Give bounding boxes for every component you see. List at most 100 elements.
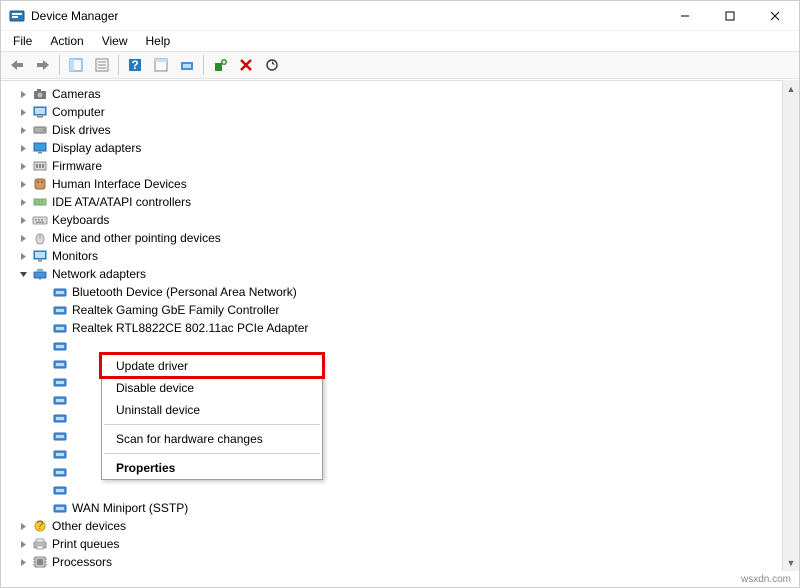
window-title: Device Manager: [31, 9, 662, 23]
netcard-icon: [52, 374, 68, 390]
printer-icon: [32, 536, 48, 552]
title-bar: Device Manager: [1, 1, 799, 31]
action-button[interactable]: [149, 53, 173, 77]
tree-node-label: Network adapters: [52, 265, 146, 283]
tree-node-label: Monitors: [52, 247, 98, 265]
tree-node[interactable]: Realtek Gaming GbE Family Controller: [9, 301, 799, 319]
tree-node-label: IDE ATA/ATAPI controllers: [52, 193, 191, 211]
monitor-icon: [32, 248, 48, 264]
tree-node[interactable]: Human Interface Devices: [9, 175, 799, 193]
tree-node-label: Realtek Gaming GbE Family Controller: [72, 301, 279, 319]
tree-node[interactable]: Disk drives: [9, 121, 799, 139]
expand-icon[interactable]: [17, 214, 29, 226]
expand-icon[interactable]: [17, 124, 29, 136]
netcard-icon: [52, 320, 68, 336]
context-menu-item[interactable]: Properties: [102, 457, 322, 479]
tree-node-label: Disk drives: [52, 121, 111, 139]
menu-file[interactable]: File: [5, 32, 40, 50]
scan-hardware-button[interactable]: [175, 53, 199, 77]
tree-node[interactable]: WAN Miniport (SSTP): [9, 499, 799, 517]
scroll-up-button[interactable]: ▲: [783, 80, 799, 97]
disk-icon: [32, 122, 48, 138]
svg-text:?: ?: [131, 58, 138, 72]
context-menu-separator: [104, 453, 320, 454]
expand-icon[interactable]: [17, 88, 29, 100]
tree-node-label: Print queues: [52, 535, 119, 553]
context-menu-item[interactable]: Scan for hardware changes: [102, 428, 322, 450]
expand-icon[interactable]: [17, 232, 29, 244]
show-hide-console-tree-button[interactable]: [64, 53, 88, 77]
device-tree-panel: CamerasComputerDisk drivesDisplay adapte…: [1, 80, 799, 571]
hid-icon: [32, 176, 48, 192]
netcard-icon: [52, 338, 68, 354]
keyboard-icon: [32, 212, 48, 228]
no-expander: [37, 430, 49, 442]
netcard-icon: [52, 500, 68, 516]
expand-icon[interactable]: [17, 250, 29, 262]
scroll-down-button[interactable]: ▼: [783, 554, 799, 571]
tree-node[interactable]: Processors: [9, 553, 799, 571]
menu-view[interactable]: View: [94, 32, 136, 50]
tree-node-label: Display adapters: [52, 139, 141, 157]
properties-button[interactable]: [90, 53, 114, 77]
tree-node[interactable]: Realtek RTL8822CE 802.11ac PCIe Adapter: [9, 319, 799, 337]
tree-node-label: Mice and other pointing devices: [52, 229, 221, 247]
netcard-icon: [52, 464, 68, 480]
tree-node[interactable]: Keyboards: [9, 211, 799, 229]
menu-bar: File Action View Help: [1, 31, 799, 51]
expand-icon[interactable]: [17, 556, 29, 568]
context-menu: Update driverDisable deviceUninstall dev…: [101, 354, 323, 480]
no-expander: [37, 394, 49, 406]
tree-node-label: Firmware: [52, 157, 102, 175]
tree-node-label: Bluetooth Device (Personal Area Network): [72, 283, 297, 301]
tree-node[interactable]: Print queues: [9, 535, 799, 553]
expand-icon[interactable]: [17, 106, 29, 118]
back-button[interactable]: [5, 53, 29, 77]
tree-node[interactable]: Bluetooth Device (Personal Area Network): [9, 283, 799, 301]
tree-node[interactable]: Network adapters: [9, 265, 799, 283]
maximize-button[interactable]: [707, 2, 752, 30]
tree-node[interactable]: Firmware: [9, 157, 799, 175]
netcard-icon: [52, 446, 68, 462]
close-button[interactable]: [752, 2, 797, 30]
expand-icon[interactable]: [17, 538, 29, 550]
expand-icon[interactable]: [17, 160, 29, 172]
collapse-icon[interactable]: [17, 268, 29, 280]
display-icon: [32, 140, 48, 156]
tree-node[interactable]: IDE ATA/ATAPI controllers: [9, 193, 799, 211]
forward-button[interactable]: [31, 53, 55, 77]
vertical-scrollbar[interactable]: ▲ ▼: [782, 80, 799, 571]
tree-node[interactable]: Cameras: [9, 85, 799, 103]
tree-node[interactable]: Display adapters: [9, 139, 799, 157]
tree-node[interactable]: Mice and other pointing devices: [9, 229, 799, 247]
no-expander: [37, 448, 49, 460]
help-button[interactable]: ?: [123, 53, 147, 77]
tree-node[interactable]: ?Other devices: [9, 517, 799, 535]
app-icon: [9, 8, 25, 24]
update-driver-button[interactable]: [260, 53, 284, 77]
context-menu-item[interactable]: Disable device: [102, 377, 322, 399]
tree-node[interactable]: [9, 481, 799, 499]
network-icon: [32, 266, 48, 282]
minimize-button[interactable]: [662, 2, 707, 30]
expand-icon[interactable]: [17, 142, 29, 154]
context-menu-item[interactable]: Uninstall device: [102, 399, 322, 421]
menu-action[interactable]: Action: [42, 32, 91, 50]
netcard-icon: [52, 428, 68, 444]
expand-icon[interactable]: [17, 196, 29, 208]
expand-icon[interactable]: [17, 520, 29, 532]
menu-help[interactable]: Help: [138, 32, 179, 50]
no-expander: [37, 322, 49, 334]
device-tree[interactable]: CamerasComputerDisk drivesDisplay adapte…: [1, 81, 799, 571]
expand-icon[interactable]: [17, 178, 29, 190]
add-hardware-button[interactable]: [208, 53, 232, 77]
netcard-icon: [52, 482, 68, 498]
uninstall-button[interactable]: [234, 53, 258, 77]
svg-text:?: ?: [37, 518, 44, 532]
tree-node[interactable]: Computer: [9, 103, 799, 121]
tree-node[interactable]: Monitors: [9, 247, 799, 265]
tree-node[interactable]: [9, 337, 799, 355]
computer-icon: [32, 104, 48, 120]
context-menu-item[interactable]: Update driver: [102, 355, 322, 377]
window-controls: [662, 2, 797, 30]
